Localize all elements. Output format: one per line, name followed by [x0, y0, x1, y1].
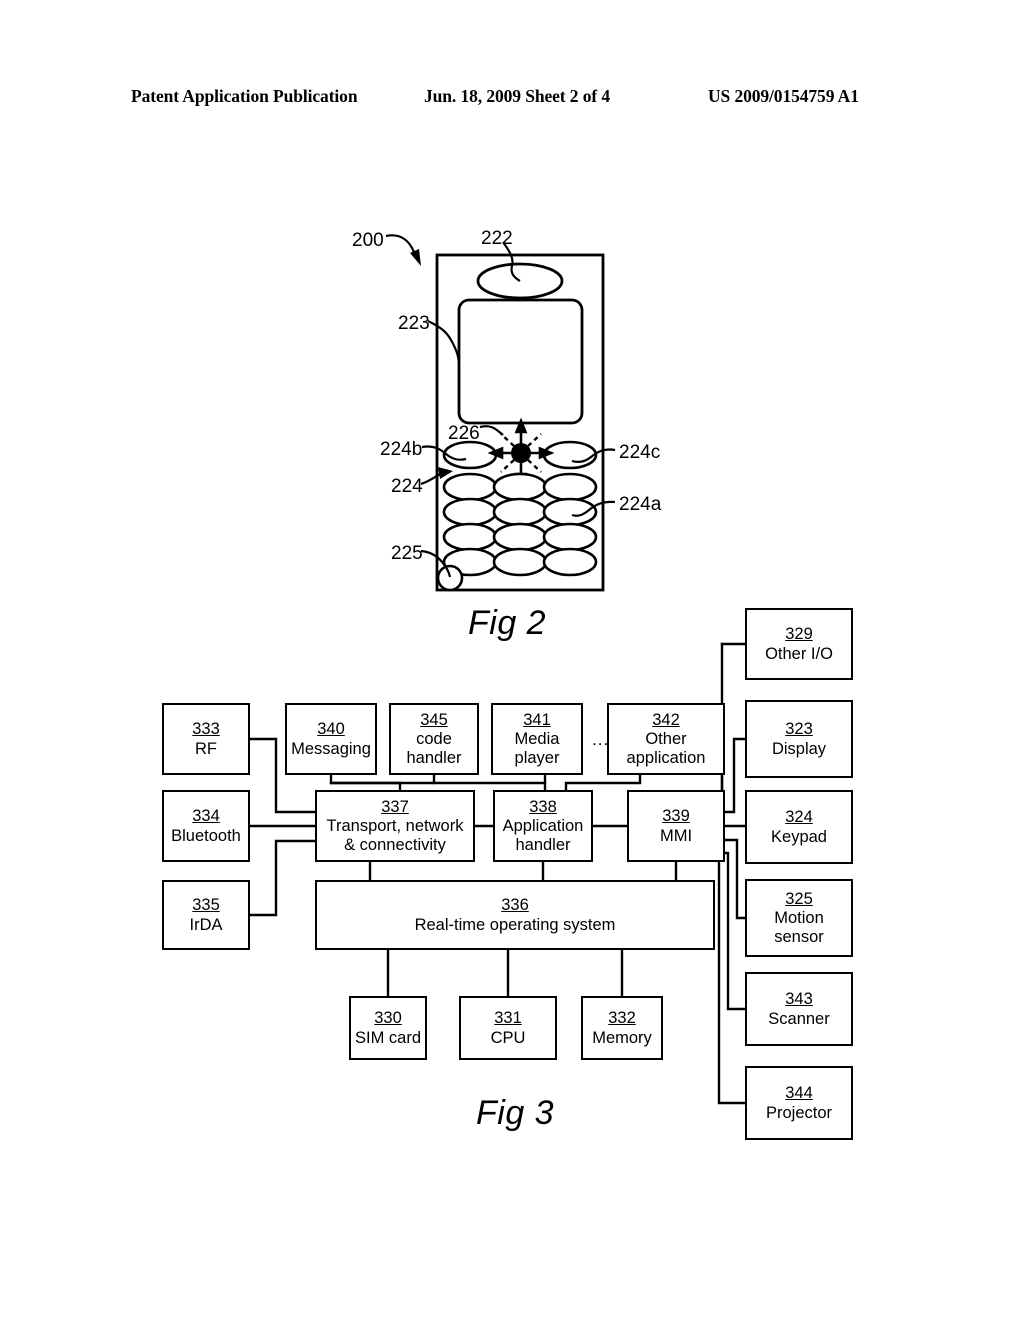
block-344-projector: 344 Projector	[745, 1066, 853, 1140]
block-number: 333	[192, 720, 220, 739]
block-label: Other application	[626, 730, 706, 767]
block-329-other-io: 329 Other I/O	[745, 608, 853, 680]
block-number: 330	[374, 1009, 402, 1028]
block-label: IrDA	[189, 915, 223, 934]
keypad-key	[542, 547, 598, 577]
ref-label-224a: 224a	[619, 494, 662, 515]
block-label: Media player	[514, 730, 560, 767]
keypad-key	[492, 547, 548, 577]
block-label: Other I/O	[765, 644, 833, 663]
block-label: code handler	[406, 730, 462, 767]
fig2-phone-drawing	[385, 234, 616, 592]
applications-ellipsis: ...	[592, 730, 610, 749]
soft-key-right-224c	[542, 440, 598, 470]
ref-label-226: 226	[448, 423, 480, 444]
block-label: MMI	[659, 826, 693, 845]
block-number: 323	[785, 720, 813, 739]
block-340-messaging: 340 Messaging	[285, 703, 377, 775]
block-label: SIM card	[354, 1028, 422, 1047]
block-341-media-player: 341 Media player	[491, 703, 583, 775]
block-number: 331	[494, 1009, 522, 1028]
block-label: Projector	[765, 1103, 833, 1122]
block-label: Transport, network & connectivity	[326, 817, 464, 854]
block-337-transport-network: 337 Transport, network & connectivity	[315, 790, 475, 862]
block-label: Display	[771, 739, 827, 758]
microphone-circle-icon	[436, 564, 464, 592]
block-335-irda: 335 IrDA	[162, 880, 250, 950]
block-338-application-handler: 338 Application handler	[493, 790, 593, 862]
keypad-224	[442, 472, 598, 577]
block-345-code-handler: 345 code handler	[389, 703, 479, 775]
block-number: 344	[785, 1084, 813, 1103]
block-label: RF	[195, 739, 217, 758]
block-number: 335	[192, 896, 220, 915]
block-334-bluetooth: 334 Bluetooth	[162, 790, 250, 862]
ref-label-222: 222	[481, 228, 513, 249]
block-number: 336	[501, 896, 529, 915]
block-330-sim-card: 330 SIM card	[349, 996, 427, 1060]
block-label: Bluetooth	[171, 826, 241, 845]
block-label: Memory	[592, 1028, 652, 1047]
block-number: 325	[785, 889, 813, 908]
block-label: Keypad	[771, 827, 827, 846]
block-label: CPU	[490, 1028, 526, 1047]
block-label: Motion sensor	[774, 909, 824, 946]
ref-label-224: 224	[391, 476, 423, 497]
block-number: 324	[785, 808, 813, 827]
block-332-memory: 332 Memory	[581, 996, 663, 1060]
block-324-keypad: 324 Keypad	[745, 790, 853, 864]
block-number: 334	[192, 807, 220, 826]
block-323-display: 323 Display	[745, 700, 853, 778]
block-339-mmi: 339 MMI	[627, 790, 725, 862]
block-336-rtos: 336 Real-time operating system	[315, 880, 715, 950]
fig3-caption: Fig 3	[476, 1094, 555, 1132]
block-number: 329	[785, 625, 813, 644]
block-number: 343	[785, 990, 813, 1009]
block-333-rf: 333 RF	[162, 703, 250, 775]
soft-key-left-224b	[442, 440, 498, 470]
keypad-key	[492, 472, 548, 502]
keypad-key	[442, 522, 498, 552]
ref-label-225: 225	[391, 543, 423, 564]
keypad-key	[492, 497, 548, 527]
fig2-caption: Fig 2	[468, 604, 547, 642]
ref-label-224c: 224c	[619, 442, 661, 463]
block-325-motion-sensor: 325 Motion sensor	[745, 879, 853, 957]
block-number: 340	[317, 720, 345, 739]
display-screen-outline	[457, 298, 584, 425]
ref-label-200: 200	[352, 230, 384, 251]
block-label: Scanner	[768, 1009, 830, 1028]
block-number: 345	[420, 710, 448, 729]
keypad-key	[492, 522, 548, 552]
block-331-cpu: 331 CPU	[459, 996, 557, 1060]
keypad-key	[542, 522, 598, 552]
block-number: 342	[652, 710, 680, 729]
keypad-key	[442, 472, 498, 502]
keypad-key	[442, 497, 498, 527]
block-343-scanner: 343 Scanner	[745, 972, 853, 1046]
block-number: 338	[529, 797, 557, 816]
block-number: 341	[523, 710, 551, 729]
block-342-other-application: 342 Other application	[607, 703, 725, 775]
block-number: 339	[662, 807, 690, 826]
block-number: 332	[608, 1009, 636, 1028]
block-label: Real-time operating system	[414, 915, 616, 934]
block-label: Application handler	[502, 817, 584, 854]
block-label: Messaging	[291, 739, 371, 758]
ref-label-223: 223	[398, 313, 430, 334]
block-number: 337	[381, 797, 409, 816]
keypad-key	[542, 472, 598, 502]
ref-label-224b: 224b	[380, 439, 423, 460]
